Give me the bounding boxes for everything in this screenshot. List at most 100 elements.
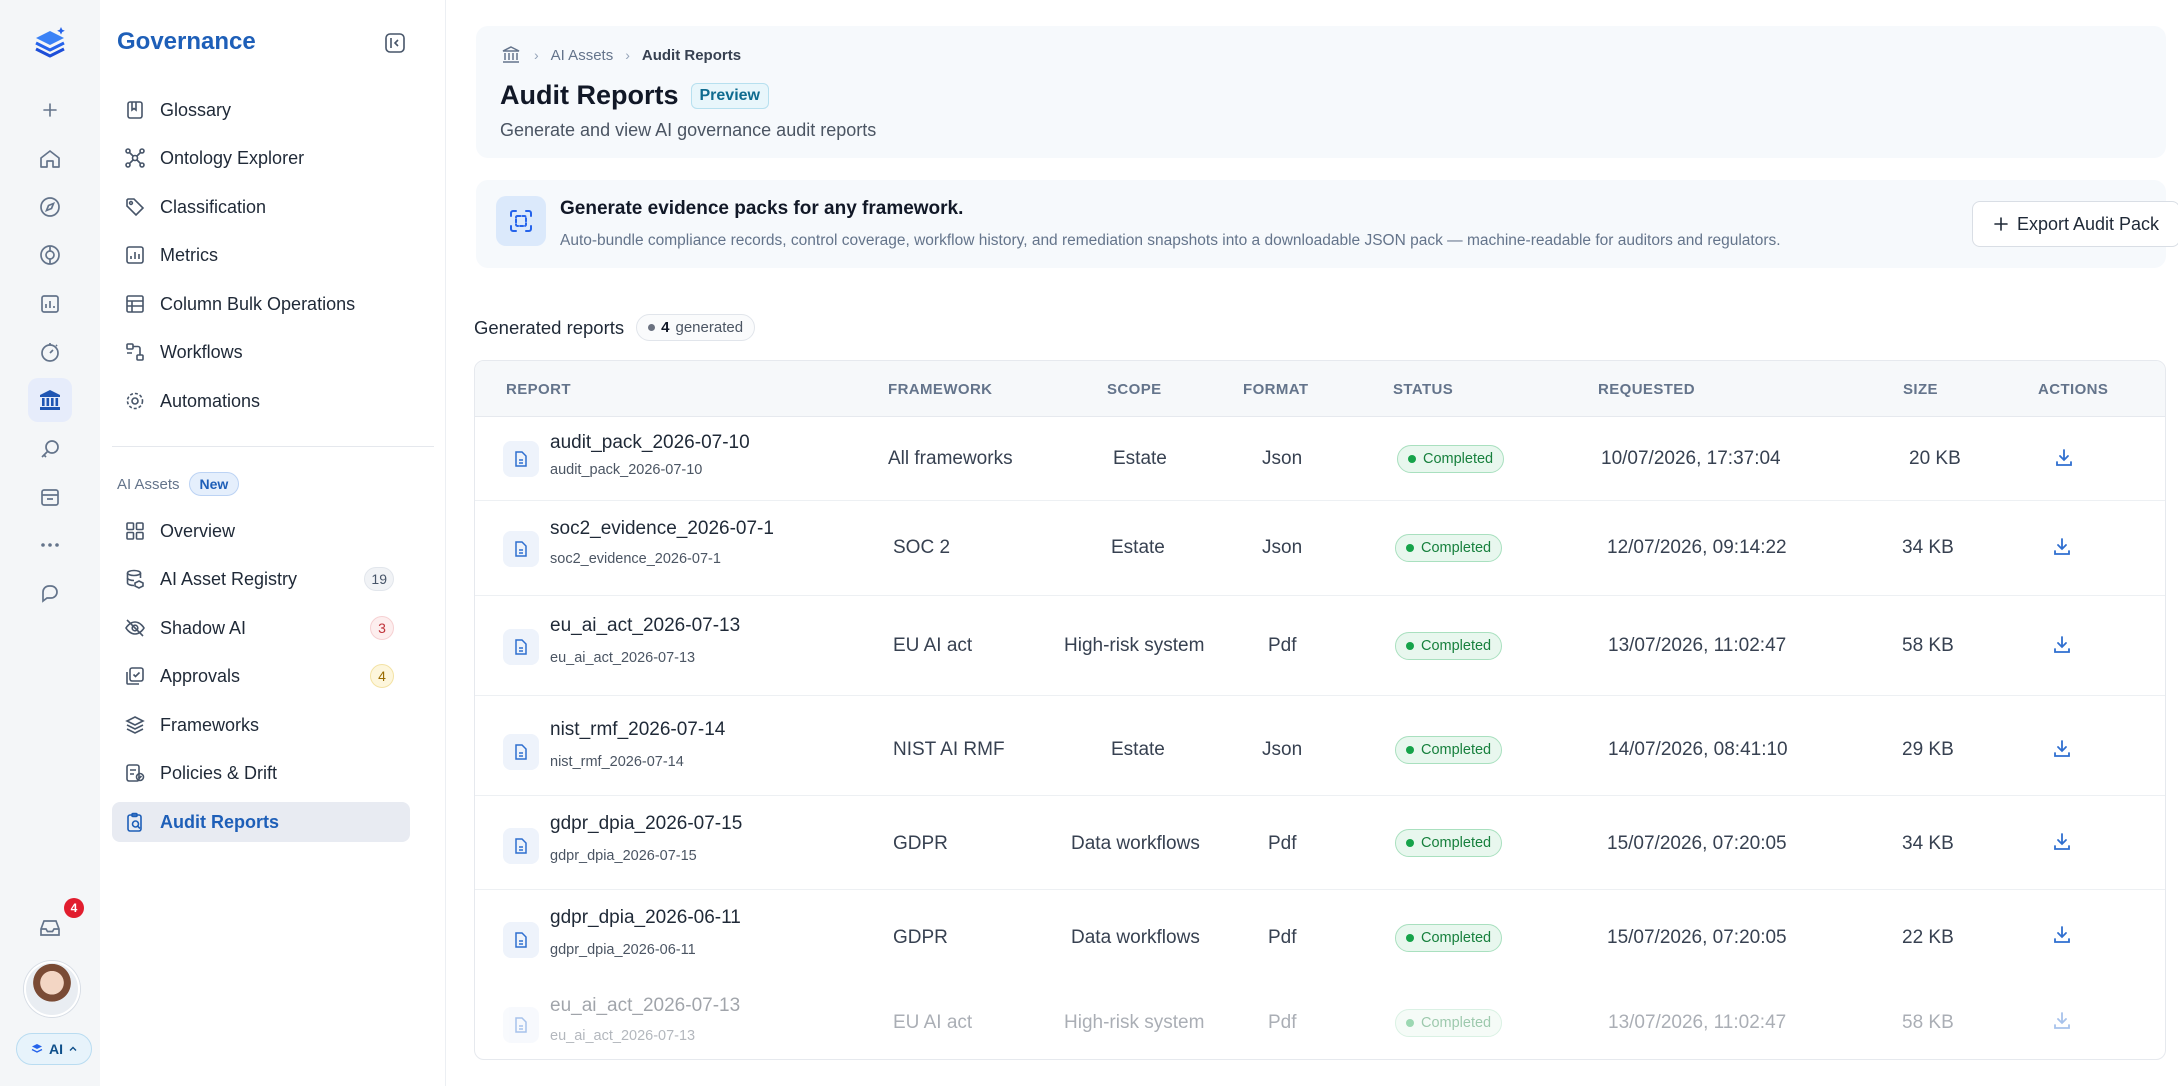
breadcrumb: › AI Assets › Audit Reports xyxy=(500,44,741,66)
download-icon[interactable] xyxy=(2051,924,2077,950)
ai-logo-icon xyxy=(31,1044,43,1053)
sidebar-item-workflows[interactable]: Workflows xyxy=(112,332,410,372)
reports-table: REPORT FRAMEWORK SCOPE FORMAT STATUS REQ… xyxy=(474,360,2166,1060)
insights-icon[interactable] xyxy=(28,282,72,326)
column-header-report[interactable]: REPORT xyxy=(506,381,571,398)
download-icon[interactable] xyxy=(2051,738,2077,764)
app-logo-icon[interactable] xyxy=(28,22,72,66)
sidebar-item-automations[interactable]: Automations xyxy=(112,381,410,421)
sidebar-item-frameworks[interactable]: Frameworks xyxy=(112,705,410,745)
report-subname: gdpr_dpia_2026-06-11 xyxy=(550,942,696,958)
table-row[interactable]: eu_ai_act_2026-07-13 eu_ai_act_2026-07-1… xyxy=(475,984,2165,1059)
explore-compass-icon[interactable] xyxy=(28,185,72,229)
status-badge: Completed xyxy=(1397,445,1505,473)
table-row[interactable]: gdpr_dpia_2026-07-15 gdpr_dpia_2026-07-1… xyxy=(475,796,2165,890)
file-icon xyxy=(503,629,539,665)
format-cell: Json xyxy=(1262,739,1303,760)
generated-suffix: generated xyxy=(675,319,744,336)
domains-icon[interactable] xyxy=(28,427,72,471)
chat-icon[interactable] xyxy=(28,572,72,616)
report-name[interactable]: audit_pack_2026-07-10 xyxy=(550,432,750,454)
avatar[interactable] xyxy=(24,961,80,1017)
scope-cell: Estate xyxy=(1111,739,1165,760)
generated-count-pill: 4 generated xyxy=(636,314,756,341)
status-badge: Completed xyxy=(1395,829,1503,857)
count-badge: 3 xyxy=(370,616,394,640)
report-name[interactable]: nist_rmf_2026-07-14 xyxy=(550,719,725,741)
file-icon xyxy=(503,1007,539,1043)
sidebar-item-shadow-ai[interactable]: Shadow AI 3 xyxy=(112,608,410,648)
marketplace-icon[interactable] xyxy=(28,475,72,519)
breadcrumb-parent[interactable]: AI Assets xyxy=(551,47,614,64)
file-icon xyxy=(503,828,539,864)
home-icon[interactable] xyxy=(28,137,72,181)
framework-cell: NIST AI RMF xyxy=(893,739,1005,760)
download-icon[interactable] xyxy=(2051,831,2077,857)
column-header-scope[interactable]: SCOPE xyxy=(1107,381,1162,398)
workflow-icon xyxy=(126,343,144,361)
sidebar-item-ontology-explorer[interactable]: Ontology Explorer xyxy=(112,138,410,178)
sidebar-item-audit-reports[interactable]: Audit Reports xyxy=(112,802,410,842)
sidebar-item-approvals[interactable]: Approvals 4 xyxy=(112,656,410,696)
framework-cell: All frameworks xyxy=(888,448,1013,469)
sidebar-item-overview[interactable]: Overview xyxy=(112,511,410,551)
report-name[interactable]: gdpr_dpia_2026-06-11 xyxy=(550,907,741,929)
automation-gear-icon xyxy=(126,392,144,410)
table-row[interactable]: gdpr_dpia_2026-06-11 gdpr_dpia_2026-06-1… xyxy=(475,890,2165,984)
new-badge: New xyxy=(188,472,240,496)
preview-badge: Preview xyxy=(690,82,769,109)
sidebar-item-glossary[interactable]: Glossary xyxy=(112,90,410,130)
sidebar-item-ai-asset-registry[interactable]: AI Asset Registry 19 xyxy=(112,559,410,599)
grid-icon xyxy=(126,522,144,540)
governance-icon[interactable] xyxy=(28,378,72,422)
status-badge: Completed xyxy=(1395,1009,1503,1037)
report-name[interactable]: gdpr_dpia_2026-07-15 xyxy=(550,813,742,835)
format-cell: Pdf xyxy=(1268,927,1297,948)
section-title: Generated reports xyxy=(474,316,625,338)
column-header-size[interactable]: SIZE xyxy=(1903,381,1938,398)
sidebar-item-policies-drift[interactable]: Policies & Drift xyxy=(112,753,410,793)
new-plus-icon[interactable] xyxy=(28,88,72,132)
size-cell: 58 KB xyxy=(1902,635,1954,656)
scope-cell: Estate xyxy=(1111,537,1165,558)
column-header-requested[interactable]: REQUESTED xyxy=(1598,381,1695,398)
download-icon[interactable] xyxy=(2051,536,2077,562)
sidebar-item-label: AI Asset Registry xyxy=(160,568,298,589)
sidebar-item-label: Frameworks xyxy=(160,714,260,735)
size-cell: 34 KB xyxy=(1902,833,1954,854)
report-name[interactable]: eu_ai_act_2026-07-13 xyxy=(550,615,740,637)
column-header-framework[interactable]: FRAMEWORK xyxy=(888,381,992,398)
sidebar-item-column-bulk-operations[interactable]: Column Bulk Operations xyxy=(112,284,410,324)
requested-cell: 13/07/2026, 11:02:47 xyxy=(1608,635,1787,656)
table-row[interactable]: nist_rmf_2026-07-14 nist_rmf_2026-07-14 … xyxy=(475,696,2165,796)
sidebar-item-classification[interactable]: Classification xyxy=(112,187,410,227)
table-header: REPORT FRAMEWORK SCOPE FORMAT STATUS REQ… xyxy=(475,361,2165,417)
table-row[interactable]: audit_pack_2026-07-10 audit_pack_2026-07… xyxy=(475,418,2165,501)
report-name[interactable]: eu_ai_act_2026-07-13 xyxy=(550,995,740,1017)
data-quality-icon[interactable] xyxy=(28,233,72,277)
page-header: › AI Assets › Audit Reports Audit Report… xyxy=(476,26,2166,158)
sidebar-item-label: Ontology Explorer xyxy=(160,147,305,168)
download-icon[interactable] xyxy=(2051,1010,2077,1036)
requested-cell: 12/07/2026, 09:14:22 xyxy=(1607,537,1787,558)
table-row[interactable]: soc2_evidence_2026-07-1 soc2_evidence_20… xyxy=(475,501,2165,596)
more-icon[interactable] xyxy=(28,523,72,567)
scan-frame-icon xyxy=(496,196,546,246)
export-audit-pack-button[interactable]: Export Audit Pack xyxy=(1972,201,2178,247)
sidebar-title: Governance xyxy=(117,28,256,55)
report-name[interactable]: soc2_evidence_2026-07-1 xyxy=(550,518,774,540)
notification-badge: 4 xyxy=(64,898,84,918)
download-icon[interactable] xyxy=(2051,634,2077,660)
ai-assistant-toggle[interactable]: AI xyxy=(16,1033,92,1065)
sidebar-item-metrics[interactable]: Metrics xyxy=(112,235,410,275)
sidebar-divider xyxy=(112,446,434,447)
observability-icon[interactable] xyxy=(28,330,72,374)
download-icon[interactable] xyxy=(2053,447,2079,473)
sidebar-item-label: Automations xyxy=(160,390,261,411)
collapse-sidebar-icon[interactable] xyxy=(382,30,408,56)
home-icon[interactable] xyxy=(500,44,522,66)
column-header-status[interactable]: STATUS xyxy=(1393,381,1453,398)
report-subname: nist_rmf_2026-07-14 xyxy=(550,754,684,770)
column-header-format[interactable]: FORMAT xyxy=(1243,381,1308,398)
table-row[interactable]: eu_ai_act_2026-07-13 eu_ai_act_2026-07-1… xyxy=(475,596,2165,696)
